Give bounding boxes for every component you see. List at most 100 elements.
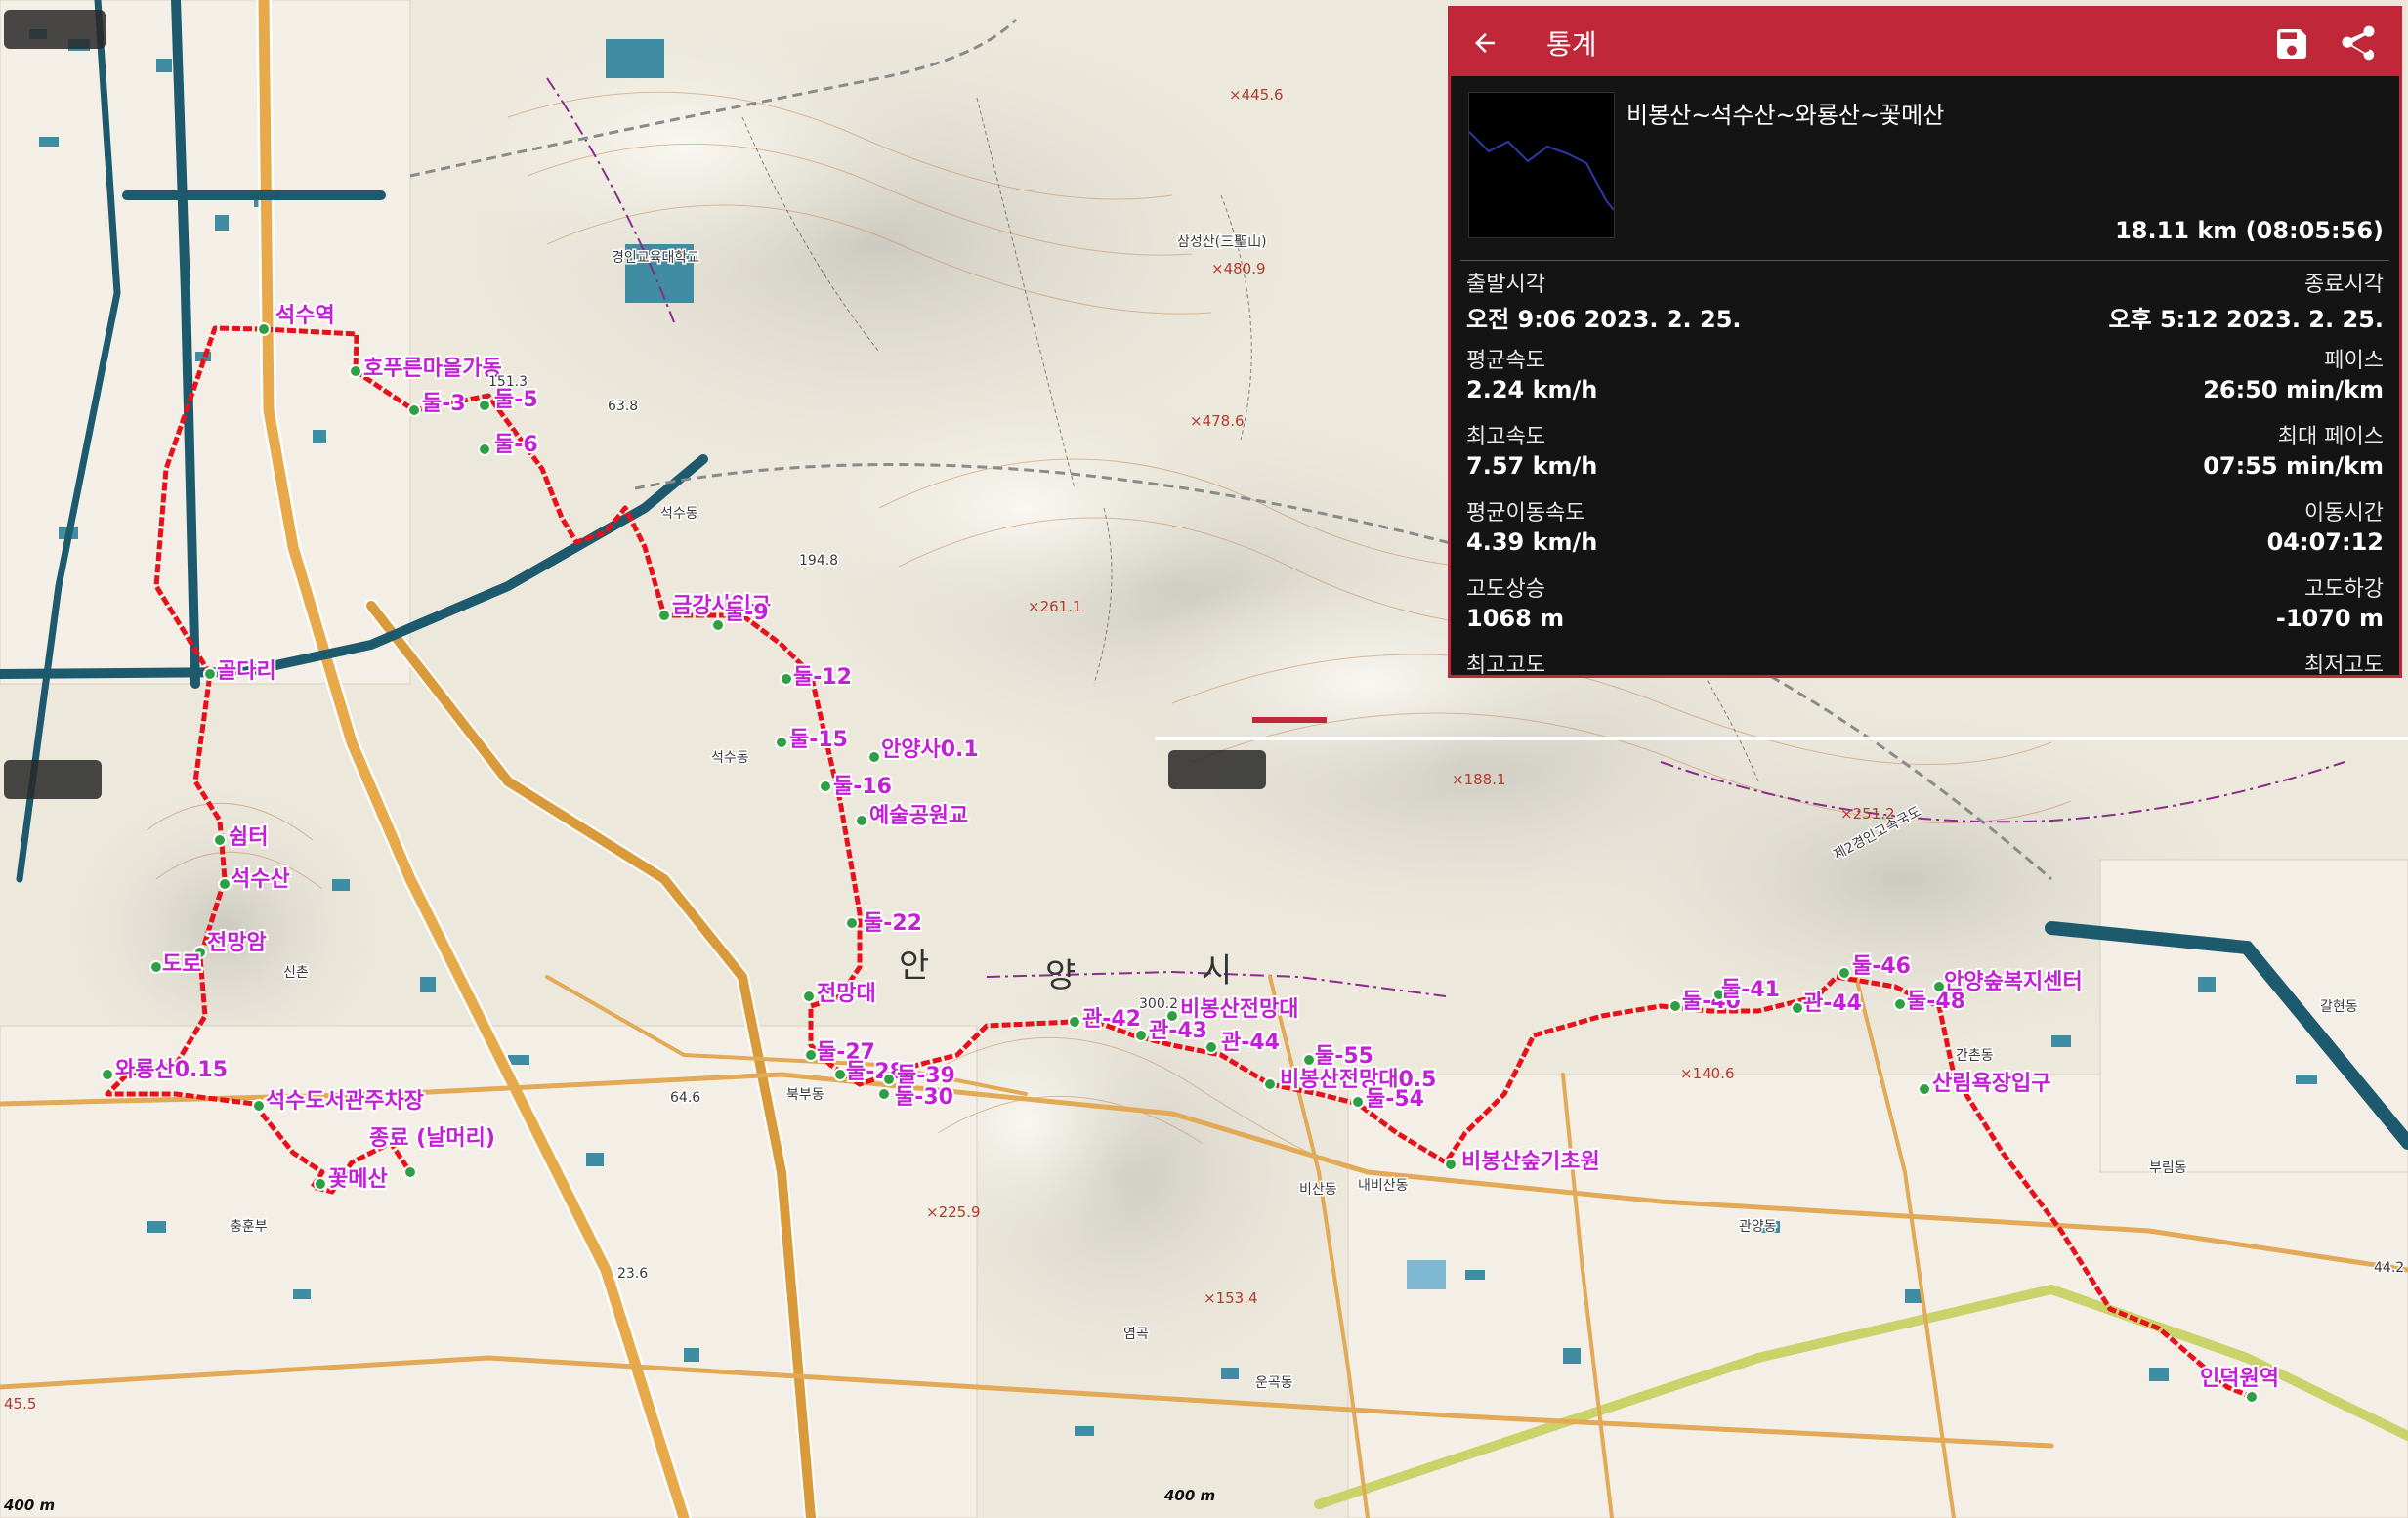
- waypoint-marker[interactable]: 둘-12: [780, 663, 854, 692]
- stat-value: -1070 m: [2275, 605, 2384, 632]
- place-label: 운곡동: [1255, 1375, 1293, 1391]
- elevation-thumbnail[interactable]: [1468, 92, 1615, 238]
- place-label: 경인교육대학교: [612, 250, 699, 266]
- waypoint-label: 둘-3: [422, 392, 466, 416]
- elevation-mark: ×188.1: [1452, 771, 1506, 788]
- waypoint-label: 전망암: [207, 931, 267, 955]
- stat-label: 고도상승: [1466, 577, 1545, 602]
- elevation-mark: 151.3: [488, 374, 528, 390]
- stat-value: 오후 5:12 2023. 2. 25.: [2108, 306, 2384, 333]
- elevation-mark: ×153.4: [1204, 1289, 1258, 1307]
- waypoint-label: 둘-46: [1852, 954, 1911, 979]
- waypoint-label: 석수산: [231, 867, 290, 892]
- save-button[interactable]: [2272, 24, 2311, 63]
- stat-label: 최고고도: [1466, 654, 1545, 678]
- elevation-mark: 44.2: [2374, 1260, 2404, 1276]
- waypoint-label: 둘-54: [1366, 1087, 1424, 1112]
- waypoint-label: 둘-9: [725, 601, 769, 625]
- waypoint-label: 비봉산숲기초원: [1461, 1150, 1600, 1174]
- place-label: 북부동: [786, 1087, 824, 1103]
- waypoint-marker[interactable]: 산림욕장입구: [1918, 1070, 2052, 1098]
- waypoint-label: 예술공원교: [869, 804, 968, 828]
- waypoint-label: 관-44: [1221, 1031, 1280, 1055]
- scale-label: 400 m: [1164, 1487, 1216, 1504]
- waypoint-marker[interactable]: 전망대: [802, 980, 878, 1008]
- waypoint-marker[interactable]: 둘-41: [1712, 976, 1782, 1004]
- app-bar: 통계: [1451, 9, 2399, 76]
- waypoint-marker[interactable]: 호푸른마을가동: [349, 355, 504, 383]
- waypoint-label: 와룡산0.15: [115, 1058, 228, 1082]
- waypoint-label: 전망대: [817, 982, 876, 1006]
- waypoint-marker[interactable]: 둘-6: [478, 431, 540, 459]
- scale-bar: 400 m: [4, 1497, 55, 1514]
- scale-bar: 400 m: [1164, 1487, 1215, 1504]
- elevation-mark: 194.8: [799, 553, 838, 569]
- waypoint-label: 비봉산전망대: [1180, 997, 1298, 1022]
- stat-value: 04:07:12: [2266, 528, 2384, 556]
- region-label: 안: [899, 947, 929, 986]
- place-label: 석수동: [711, 750, 749, 766]
- track-distance-time: 18.11 km (08:05:56): [2115, 217, 2384, 244]
- stat-value: 4.39 km/h: [1466, 528, 1598, 556]
- waypoint-label: 쉼터: [229, 825, 268, 850]
- waypoint-label: 둘-15: [789, 728, 848, 752]
- stat-row: 평균속도 2.24 km/h 페이스 26:50 min/km: [1460, 337, 2389, 413]
- stat-row: 최고속도 7.57 km/h 최대 페이스 07:55 min/km: [1460, 413, 2389, 489]
- stat-row: 고도상승 1068 m 고도하강 -1070 m: [1460, 566, 2389, 642]
- elevation-mark: ×140.6: [1680, 1065, 1735, 1082]
- waypoint-marker[interactable]: 둘-5: [478, 386, 540, 414]
- elevation-mark: ×225.9: [926, 1203, 981, 1221]
- elevation-mark: ×251.2: [1840, 805, 1895, 822]
- waypoint-label: 도로: [162, 952, 201, 977]
- waypoint-marker[interactable]: 비봉산숲기초원: [1444, 1148, 1602, 1176]
- place-label: 간촌동: [1956, 1048, 1994, 1064]
- place-label: 내비산동: [1358, 1178, 1409, 1194]
- place-label: 갈현동: [2320, 999, 2358, 1015]
- back-button[interactable]: [1451, 9, 1519, 76]
- waypoint-label: 관-42: [1082, 1007, 1141, 1032]
- stat-row: 최고고도 최저고도: [1460, 642, 2389, 681]
- waypoint-marker[interactable]: 둘-3: [407, 390, 468, 418]
- waypoint-label: 둘-16: [833, 775, 892, 799]
- waypoint-label: 둘-28: [846, 1060, 905, 1084]
- save-icon: [2277, 29, 2306, 59]
- stats-panel: 통계 비봉산~석수산~와룡산~꽃메산 18.11 km (08:05:56) 출…: [1448, 6, 2402, 678]
- waypoint-marker[interactable]: 비봉산전망대: [1165, 995, 1300, 1024]
- elevation-mark: 300.2: [1139, 996, 1178, 1012]
- stat-label: 종료시각: [2304, 273, 2384, 297]
- elevation-mark: 23.6: [617, 1266, 648, 1282]
- place-label: 관양동: [1739, 1219, 1777, 1235]
- waypoint-label: 석수역: [275, 304, 335, 328]
- waypoint-marker[interactable]: 와룡산0.15: [101, 1056, 230, 1084]
- place-label: 부림동: [2149, 1160, 2187, 1176]
- stat-value: 26:50 min/km: [2203, 376, 2384, 403]
- region-label: 양: [1045, 956, 1076, 995]
- stat-value: 07:55 min/km: [2203, 452, 2384, 480]
- waypoint-label: 안양사0.1: [881, 738, 979, 762]
- panel-divider: [1252, 717, 1327, 723]
- waypoint-marker[interactable]: 예술공원교: [855, 802, 970, 830]
- waypoint-marker[interactable]: 둘-16: [819, 773, 894, 801]
- waypoint-marker[interactable]: 안양숲복지센터: [1932, 968, 2085, 996]
- waypoint-label: 둘-41: [1721, 978, 1780, 1002]
- waypoint-label: 골다리: [217, 659, 276, 684]
- stat-label: 최대 페이스: [2277, 425, 2384, 449]
- waypoint-label: 종료 (날머리): [369, 1126, 495, 1151]
- place-label: 삼성산(三聖山): [1177, 234, 1267, 250]
- share-button[interactable]: [2337, 22, 2380, 65]
- waypoint-marker[interactable]: 안양사0.1: [867, 736, 981, 764]
- track-header: 비봉산~석수산~와룡산~꽃메산 18.11 km (08:05:56): [1460, 84, 2389, 261]
- waypoint-marker[interactable]: 둘-15: [775, 726, 850, 754]
- place-label: 석수동: [660, 506, 698, 522]
- map-tools-icon[interactable]: [1168, 750, 1266, 789]
- stat-value: 오전 9:06 2023. 2. 25.: [1466, 306, 1742, 333]
- map-tools-icon[interactable]: [4, 10, 106, 49]
- waypoint-marker[interactable]: 석수도서관주차장: [252, 1087, 426, 1116]
- map-tools-icon[interactable]: [4, 760, 102, 799]
- share-icon: [2342, 25, 2375, 61]
- stat-label: 최고속도: [1466, 425, 1545, 449]
- waypoint-label: 꽃메산: [328, 1167, 388, 1192]
- waypoint-label: 둘-5: [494, 388, 538, 412]
- stat-label: 평균속도: [1466, 349, 1545, 373]
- waypoint-label: 관-44: [1803, 991, 1862, 1016]
